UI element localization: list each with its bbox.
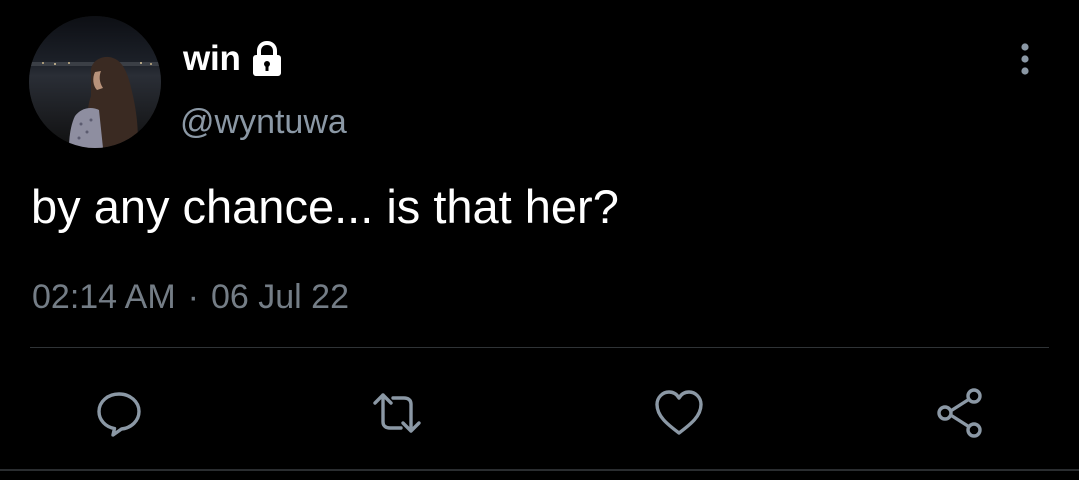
heart-icon (655, 390, 703, 435)
tweet-date: 06 Jul 22 (210, 278, 349, 316)
tweet-detail: win @wyntuwa by any chance... is that he… (0, 0, 1079, 480)
bottom-divider (0, 469, 1079, 471)
timestamp[interactable]: 02:14 AM · 06 Jul 22 (32, 276, 349, 318)
timestamp-separator: · (187, 278, 199, 316)
user-handle[interactable]: @wyntuwa (180, 101, 347, 143)
retweet-button[interactable] (370, 386, 424, 440)
reply-button[interactable] (92, 386, 146, 440)
more-vertical-icon[interactable] (1008, 40, 1042, 80)
display-name-row[interactable]: win (183, 38, 286, 80)
tweet-text: by any chance... is that her? (31, 180, 619, 233)
display-name[interactable]: win (183, 38, 241, 80)
reply-icon (97, 392, 141, 437)
avatar-image (29, 16, 161, 148)
share-button[interactable] (933, 386, 987, 440)
like-button[interactable] (652, 386, 706, 440)
avatar[interactable] (29, 16, 161, 148)
share-icon (937, 388, 982, 438)
lock-icon (248, 40, 286, 78)
tweet-time: 02:14 AM (32, 278, 176, 316)
retweet-icon (373, 393, 421, 433)
divider (30, 347, 1049, 348)
